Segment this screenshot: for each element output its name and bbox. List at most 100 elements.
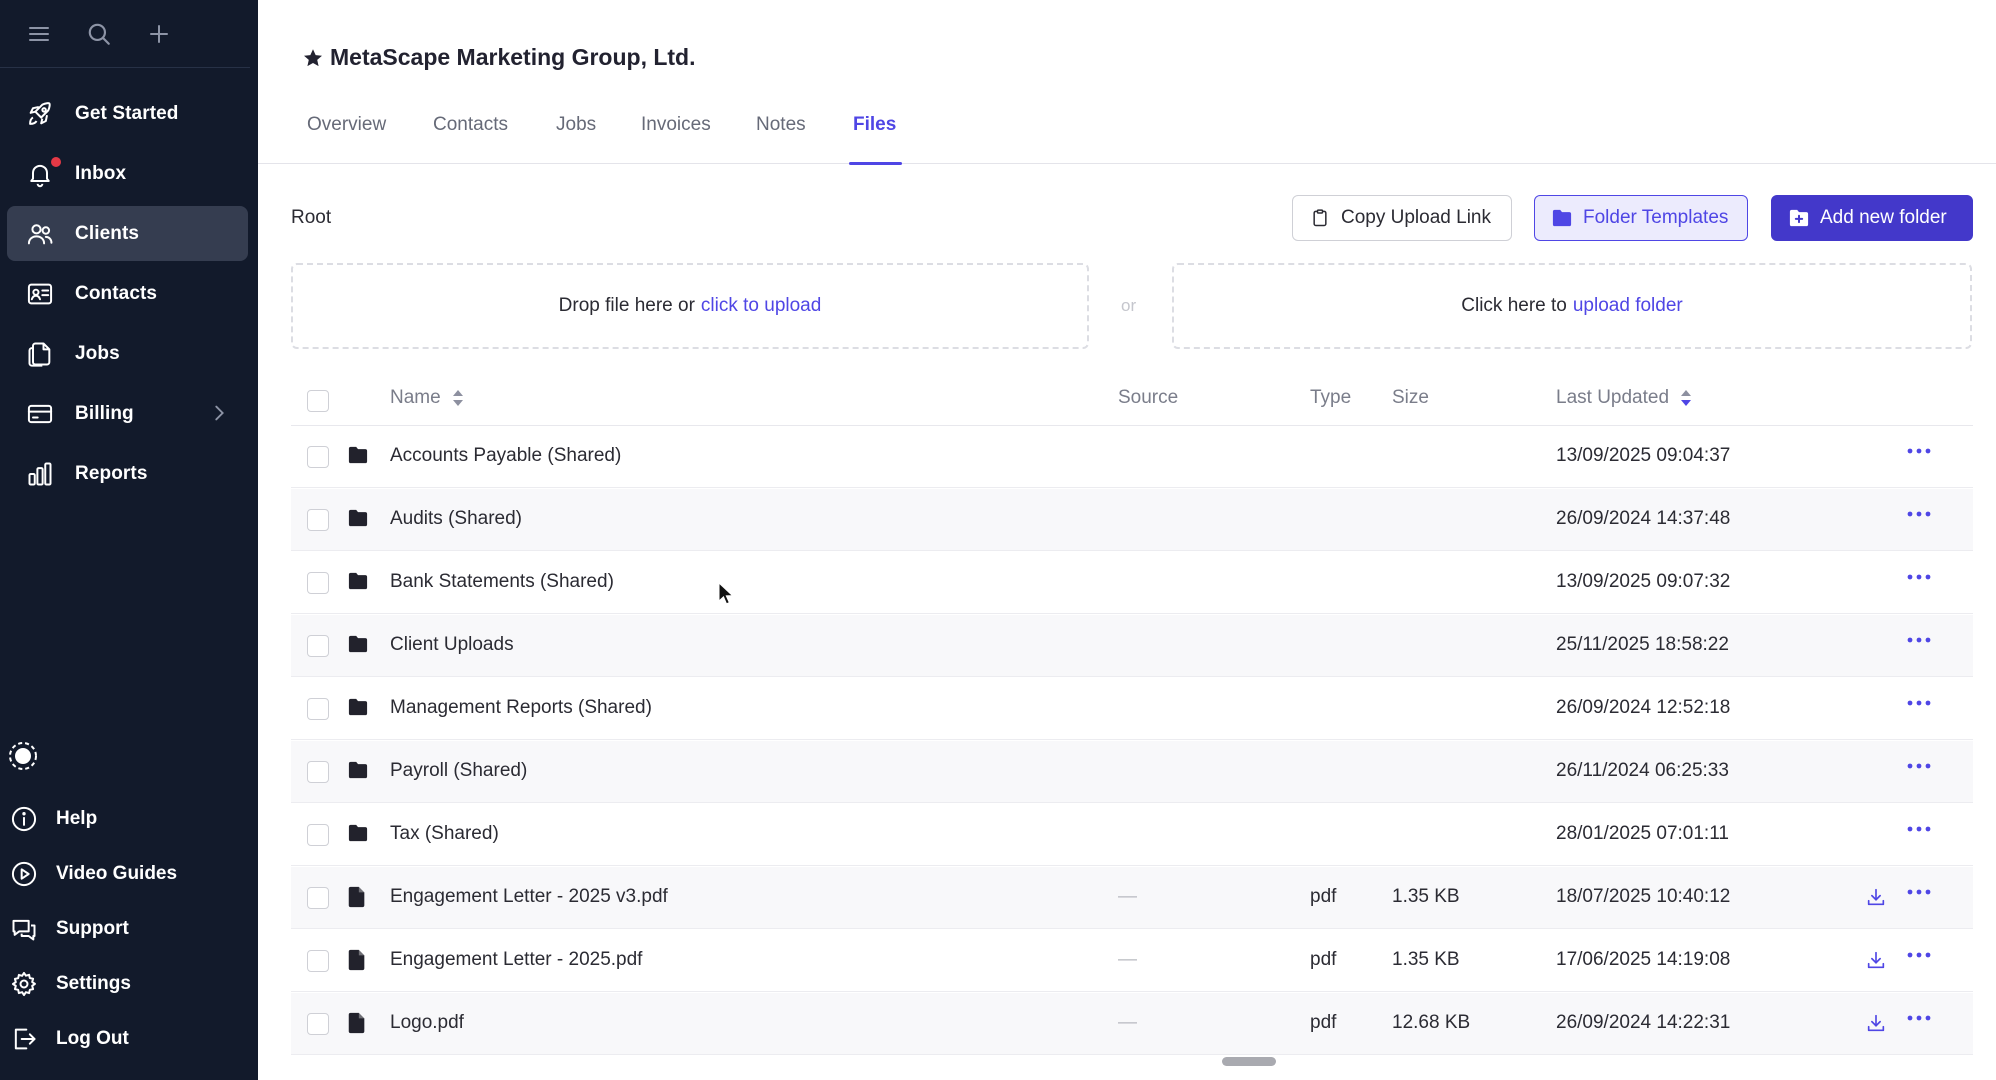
folder-templates-button[interactable]: Folder Templates <box>1534 195 1748 241</box>
row-name[interactable]: Audits (Shared) <box>390 508 522 530</box>
row-checkbox[interactable] <box>307 950 329 972</box>
row-last-updated: 26/11/2024 06:25:33 <box>1556 760 1729 781</box>
gear-icon <box>9 969 39 999</box>
column-header-last-updated[interactable]: Last Updated <box>1556 387 1693 409</box>
sidebar-item-label: Jobs <box>75 342 120 364</box>
row-last-updated: 13/09/2025 09:07:32 <box>1556 571 1731 592</box>
select-all-checkbox[interactable] <box>307 390 329 412</box>
row-last-updated: 13/09/2025 09:04:37 <box>1556 445 1731 466</box>
row-name[interactable]: Bank Statements (Shared) <box>390 571 614 593</box>
row-checkbox[interactable] <box>307 572 329 594</box>
row-checkbox[interactable] <box>307 698 329 720</box>
more-options-icon[interactable] <box>1905 944 1933 966</box>
more-options-icon[interactable] <box>1905 1007 1933 1029</box>
row-name[interactable]: Payroll (Shared) <box>390 760 527 782</box>
download-icon[interactable] <box>1865 949 1887 971</box>
search-icon[interactable] <box>82 17 116 51</box>
column-header-source: Source <box>1118 387 1179 408</box>
more-options-icon[interactable] <box>1905 818 1933 840</box>
folder-plus-icon <box>1788 207 1810 229</box>
dropzone-text: Click here to <box>1461 295 1567 316</box>
tab-jobs[interactable]: Jobs <box>556 114 596 164</box>
row-name[interactable]: Client Uploads <box>390 634 514 656</box>
download-icon[interactable] <box>1865 886 1887 908</box>
users-icon <box>25 219 55 249</box>
row-checkbox[interactable] <box>307 761 329 783</box>
row-name[interactable]: Tax (Shared) <box>390 823 499 845</box>
sidebar-item-label: Help <box>56 808 98 829</box>
sidebar-item-jobs[interactable]: Jobs <box>7 326 248 381</box>
row-checkbox[interactable] <box>307 1013 329 1035</box>
button-label: Copy Upload Link <box>1341 207 1491 228</box>
sidebar-item-contacts[interactable]: Contacts <box>7 266 248 321</box>
sidebar-item-reports[interactable]: Reports <box>7 446 248 501</box>
folder-icon <box>347 634 371 656</box>
more-options-icon[interactable] <box>1905 629 1933 651</box>
sidebar-item-help[interactable]: Help <box>0 799 250 839</box>
folder-row[interactable]: Bank Statements (Shared) 13/09/2025 09:07… <box>291 552 1973 614</box>
row-checkbox[interactable] <box>307 509 329 531</box>
file-row[interactable]: Engagement Letter - 2025 v3.pdf — pdf 1.35 … <box>291 867 1973 929</box>
more-options-icon[interactable] <box>1905 692 1933 714</box>
file-row[interactable]: Logo.pdf — pdf 12.68 KB 26/09/2024 14:22:31 <box>291 993 1973 1055</box>
breadcrumb[interactable]: Root <box>291 207 331 229</box>
sidebar-item-label: Support <box>56 918 129 939</box>
chevron-right-icon[interactable] <box>208 402 230 424</box>
sidebar-item-billing[interactable]: Billing <box>7 386 248 441</box>
add-new-folder-button[interactable]: Add new folder <box>1771 195 1973 241</box>
more-options-icon[interactable] <box>1905 566 1933 588</box>
folder-row[interactable]: Accounts Payable (Shared) 13/09/2025 09:0… <box>291 426 1973 488</box>
folder-row[interactable]: Audits (Shared) 26/09/2024 14:37:48 <box>291 489 1973 551</box>
row-last-updated: 26/09/2024 14:22:31 <box>1556 1012 1731 1033</box>
plus-icon[interactable] <box>142 17 176 51</box>
sidebar-item-support[interactable]: Support <box>0 909 250 949</box>
row-checkbox[interactable] <box>307 824 329 846</box>
row-name[interactable]: Accounts Payable (Shared) <box>390 445 621 467</box>
row-name[interactable]: Engagement Letter - 2025.pdf <box>390 949 642 971</box>
folder-row[interactable]: Payroll (Shared) 26/11/2024 06:25:33 <box>291 741 1973 803</box>
tab-invoices[interactable]: Invoices <box>641 114 711 164</box>
more-options-icon[interactable] <box>1905 440 1933 462</box>
sidebar-item-inbox[interactable]: Inbox <box>7 146 248 201</box>
dropzone-text: Drop file here or <box>558 295 695 316</box>
folder-row[interactable]: Management Reports (Shared) 26/09/2024 12… <box>291 678 1973 740</box>
file-row[interactable]: Engagement Letter - 2025.pdf — pdf 1.35 KB 1… <box>291 930 1973 992</box>
tab-contacts[interactable]: Contacts <box>433 114 508 164</box>
sidebar-item-log-out[interactable]: Log Out <box>0 1019 250 1059</box>
sidebar-item-label: Billing <box>75 402 134 424</box>
more-options-icon[interactable] <box>1905 755 1933 777</box>
folder-row[interactable]: Tax (Shared) 28/01/2025 07:01:11 <box>291 804 1973 866</box>
horizontal-scrollbar[interactable] <box>1222 1057 1276 1066</box>
tab-files[interactable]: Files <box>848 114 903 165</box>
more-options-icon[interactable] <box>1905 503 1933 525</box>
upload-folder-link[interactable]: upload folder <box>1573 295 1683 317</box>
row-name[interactable]: Logo.pdf <box>390 1012 464 1034</box>
sidebar-item-video-guides[interactable]: Video Guides <box>0 854 250 894</box>
download-icon[interactable] <box>1865 1012 1887 1034</box>
click-to-upload-link[interactable]: click to upload <box>701 295 821 317</box>
status-indicator-icon[interactable] <box>7 740 39 772</box>
file-dropzone[interactable]: Drop file here or click to upload <box>291 263 1089 349</box>
tab-notes[interactable]: Notes <box>756 114 806 164</box>
star-icon[interactable] <box>302 47 324 69</box>
sidebar-item-get-started[interactable]: Get Started <box>7 86 248 141</box>
sidebar-toolbar <box>0 0 250 68</box>
folder-icon <box>347 760 371 782</box>
column-header-name[interactable]: Name <box>390 387 465 409</box>
row-source: — <box>1118 1012 1137 1033</box>
menu-icon[interactable] <box>22 17 56 51</box>
sidebar-item-clients[interactable]: Clients <box>7 206 248 261</box>
more-options-icon[interactable] <box>1905 881 1933 903</box>
row-type: pdf <box>1310 886 1337 907</box>
row-checkbox[interactable] <box>307 446 329 468</box>
or-separator: or <box>1121 296 1137 315</box>
sidebar-item-settings[interactable]: Settings <box>0 964 250 1004</box>
row-name[interactable]: Engagement Letter - 2025 v3.pdf <box>390 886 668 908</box>
copy-upload-link-button[interactable]: Copy Upload Link <box>1292 195 1512 241</box>
tab-overview[interactable]: Overview <box>307 114 386 164</box>
row-checkbox[interactable] <box>307 635 329 657</box>
folder-dropzone[interactable]: Click here to upload folder <box>1172 263 1972 349</box>
row-checkbox[interactable] <box>307 887 329 909</box>
row-name[interactable]: Management Reports (Shared) <box>390 697 652 719</box>
folder-row[interactable]: Client Uploads 25/11/2025 18:58:22 <box>291 615 1973 677</box>
